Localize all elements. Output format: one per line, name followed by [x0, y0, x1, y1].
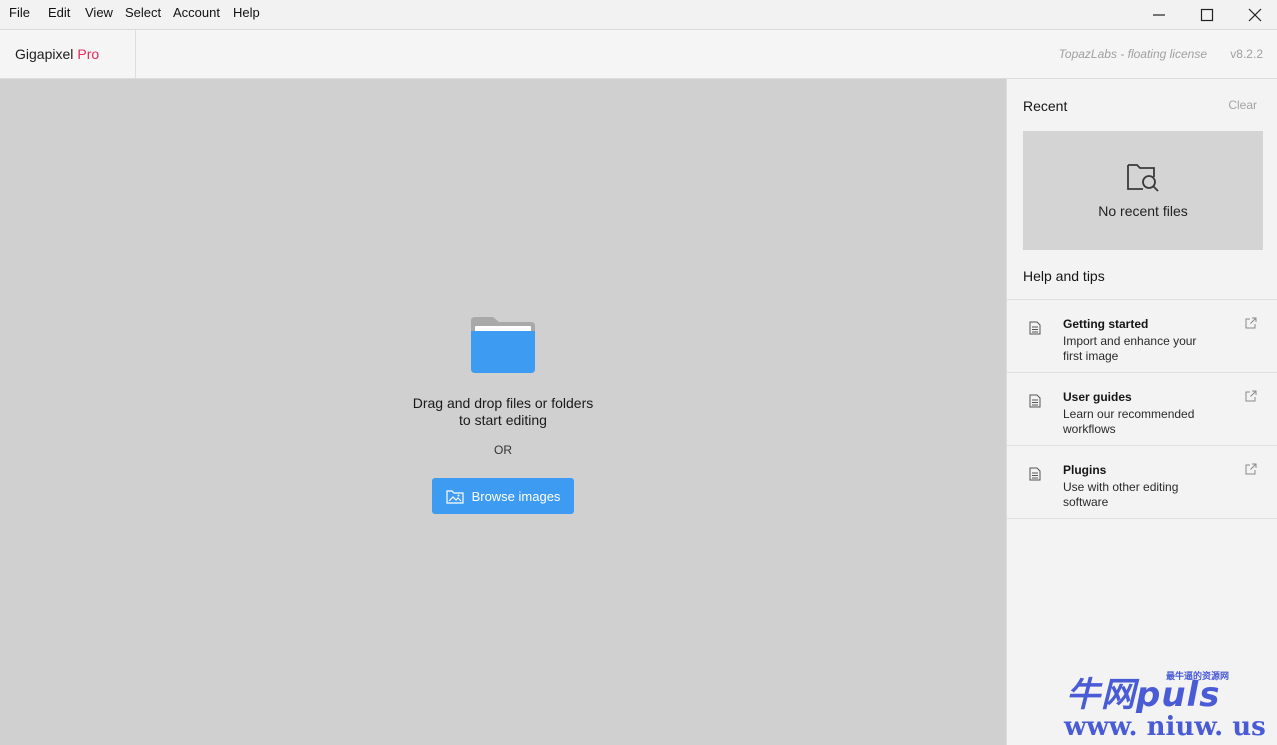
- recent-files-panel: No recent files: [1023, 131, 1263, 250]
- version-label: v8.2.2: [1230, 47, 1263, 61]
- help-item-desc: Learn our recommended workflows: [1063, 407, 1195, 436]
- minimize-button[interactable]: [1136, 0, 1182, 29]
- image-folder-icon: [445, 489, 464, 504]
- document-icon: [1029, 394, 1041, 408]
- brand-divider: [135, 30, 136, 78]
- folder-search-icon: [1127, 164, 1159, 192]
- drop-zone[interactable]: Drag and drop files or folders to start …: [0, 79, 1006, 745]
- help-heading: Help and tips: [1023, 268, 1105, 284]
- browse-images-button[interactable]: Browse images: [432, 478, 574, 514]
- right-sidebar: Recent Clear No recent files Help and ti…: [1006, 79, 1277, 745]
- help-item-user-guides[interactable]: User guides Learn our recommended workfl…: [1007, 372, 1277, 445]
- help-item-desc: Use with other editing software: [1063, 480, 1179, 509]
- help-item-title: User guides: [1063, 390, 1132, 404]
- folder-icon: [471, 317, 535, 373]
- menu-help[interactable]: Help: [233, 5, 260, 20]
- menu-view[interactable]: View: [85, 5, 113, 20]
- menu-account[interactable]: Account: [173, 5, 220, 20]
- watermark-tagline: 最牛逼的资源网: [1166, 671, 1230, 681]
- help-item-title: Plugins: [1063, 463, 1107, 477]
- document-icon: [1029, 321, 1041, 335]
- help-item-getting-started[interactable]: Getting started Import and enhance your …: [1007, 299, 1277, 372]
- external-link-icon: [1245, 317, 1257, 329]
- external-link-icon: [1245, 390, 1257, 402]
- watermark-url: www. niuw. us: [1064, 712, 1266, 742]
- clear-recent-button[interactable]: Clear: [1228, 98, 1257, 112]
- drop-line-1: Drag and drop files or folders: [412, 395, 594, 411]
- drop-line-2: to start editing: [459, 412, 547, 428]
- close-button[interactable]: [1232, 0, 1277, 29]
- app-header: Gigapixel Pro TopazLabs - floating licens…: [0, 30, 1277, 79]
- help-list: Getting started Import and enhance your …: [1007, 299, 1277, 519]
- drop-instructions: Drag and drop files or folders to start …: [353, 395, 653, 429]
- help-item-title: Getting started: [1063, 317, 1149, 331]
- help-item-desc: Import and enhance your first image: [1063, 334, 1197, 363]
- minimize-icon: [1153, 13, 1165, 16]
- recent-heading: Recent: [1023, 98, 1068, 114]
- help-item-plugins[interactable]: Plugins Use with other editing software: [1007, 445, 1277, 519]
- document-icon: [1029, 467, 1041, 481]
- menu-select[interactable]: Select: [125, 5, 161, 20]
- app-brand: Gigapixel Pro: [15, 46, 99, 62]
- menu-edit[interactable]: Edit: [48, 5, 70, 20]
- external-link-icon: [1245, 463, 1257, 475]
- no-recent-label: No recent files: [1098, 203, 1188, 219]
- app-name: Gigapixel: [15, 46, 74, 62]
- close-icon: [1248, 8, 1262, 21]
- menu-file[interactable]: File: [9, 5, 30, 20]
- license-label: TopazLabs - floating license: [1058, 47, 1207, 61]
- or-divider: OR: [494, 443, 512, 457]
- menu-bar: File Edit View Select Account Help: [0, 0, 1277, 30]
- browse-images-label: Browse images: [471, 488, 561, 504]
- maximize-icon: [1200, 8, 1214, 21]
- maximize-button[interactable]: [1184, 0, 1230, 29]
- edition-badge: Pro: [77, 46, 100, 62]
